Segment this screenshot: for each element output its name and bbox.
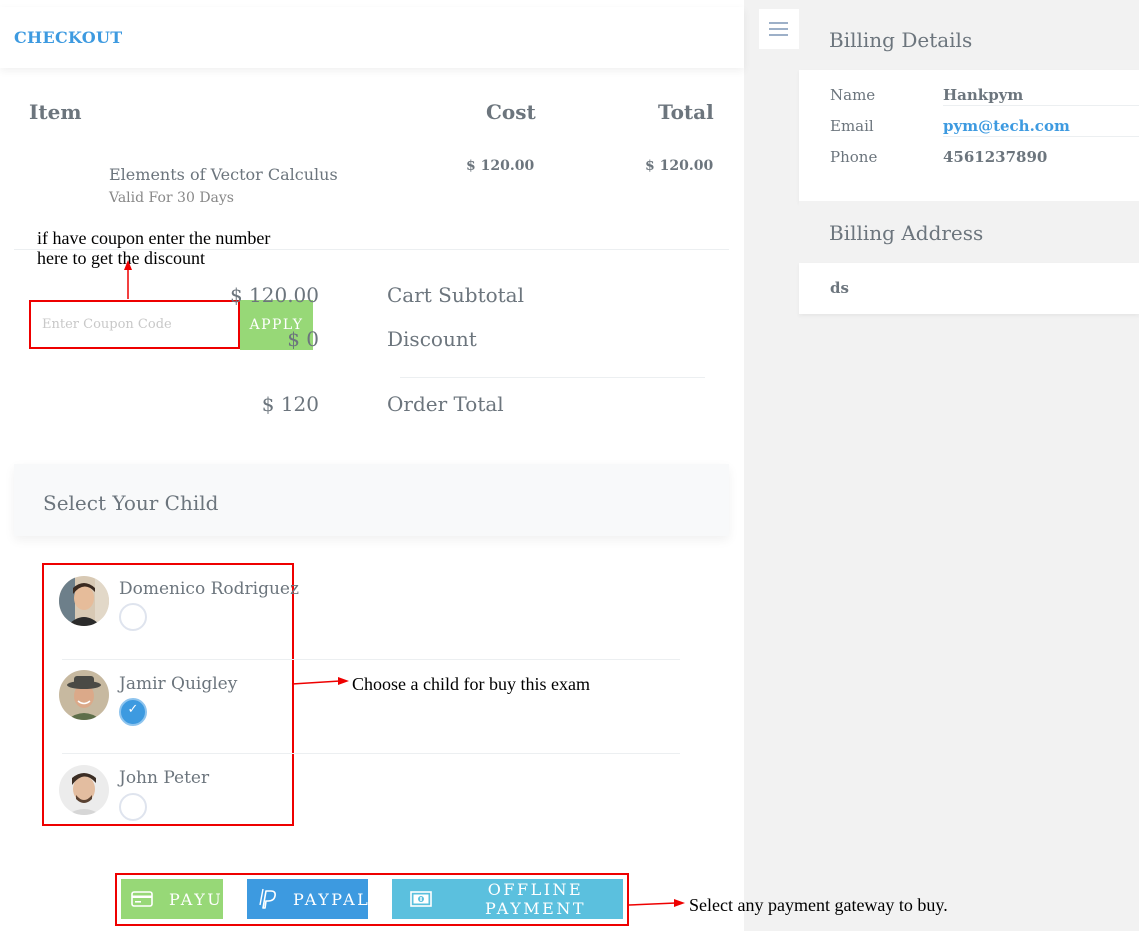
subtotal-value: $ 120.00 (229, 283, 319, 307)
child-annotation: Choose a child for buy this exam (352, 674, 590, 694)
item-validity: Valid For 30 Days (109, 190, 234, 206)
email-link[interactable]: pym@tech.com (943, 117, 1070, 135)
child-name: Domenico Rodriguez (119, 579, 299, 599)
select-child-title: Select Your Child (43, 491, 219, 515)
discount-value: $ 0 (287, 327, 319, 351)
cash-icon (410, 891, 432, 907)
name-value: Hankpym (943, 86, 1024, 104)
checkout-main: CHECKOUT Item Cost Total Elements of Vec… (0, 0, 744, 931)
col-header-item: Item (29, 100, 82, 124)
order-total-value: $ 120 (261, 392, 319, 416)
col-header-total: Total (658, 100, 714, 124)
coupon-annotation-line1: if have coupon enter the number (37, 228, 271, 248)
divider (943, 105, 1139, 106)
coupon-input[interactable] (29, 300, 240, 349)
email-label: Email (830, 117, 874, 135)
child-name: John Peter (119, 768, 210, 788)
page-title: CHECKOUT (14, 28, 123, 47)
avatar (59, 670, 109, 720)
paypal-button[interactable]: PAYPAL (247, 879, 368, 919)
menu-toggle-button[interactable] (759, 9, 799, 49)
divider (62, 753, 680, 754)
order-total-label: Order Total (387, 392, 504, 416)
child-radio[interactable] (119, 603, 147, 631)
offline-payment-label: OFFLINE PAYMENT (485, 880, 586, 918)
divider (62, 659, 680, 660)
col-header-cost: Cost (486, 100, 536, 124)
child-name: Jamir Quigley (119, 674, 238, 694)
phone-label: Phone (830, 148, 878, 166)
item-total: $ 120.00 (645, 158, 714, 174)
billing-details-card: Name Hankpym Email pym@tech.com Phone 45… (799, 70, 1139, 202)
item-name: Elements of Vector Calculus (109, 165, 338, 184)
billing-address-header: Billing Address (799, 201, 1139, 263)
child-radio[interactable] (119, 793, 147, 821)
checkout-header: CHECKOUT (0, 7, 744, 68)
hamburger-icon (769, 22, 788, 24)
credit-card-icon (131, 891, 153, 907)
discount-label: Discount (387, 327, 477, 351)
child-radio[interactable] (119, 698, 147, 726)
billing-address-title: Billing Address (829, 221, 984, 245)
offline-payment-button[interactable]: OFFLINE PAYMENT (392, 879, 623, 919)
payu-label: PAYU (169, 889, 224, 909)
paypal-label: PAYPAL (293, 889, 371, 909)
payu-button[interactable]: PAYU (121, 879, 223, 919)
summary-divider (400, 377, 705, 378)
subtotal-label: Cart Subtotal (387, 283, 525, 307)
payment-annotation: Select any payment gateway to buy. (689, 895, 948, 915)
billing-address-value: ds (830, 279, 849, 297)
name-label: Name (830, 86, 876, 104)
paypal-icon (257, 888, 277, 910)
select-child-panel: Select Your Child (14, 464, 729, 536)
billing-address-card: ds (799, 263, 1139, 314)
divider (943, 136, 1139, 137)
avatar (59, 765, 109, 815)
phone-value: 4561237890 (943, 148, 1048, 166)
item-cost: $ 120.00 (466, 158, 535, 174)
billing-details-title: Billing Details (829, 28, 973, 52)
billing-details-header: Billing Details (799, 8, 1139, 70)
avatar (59, 576, 109, 626)
coupon-annotation-line2: here to get the discount (37, 248, 205, 268)
